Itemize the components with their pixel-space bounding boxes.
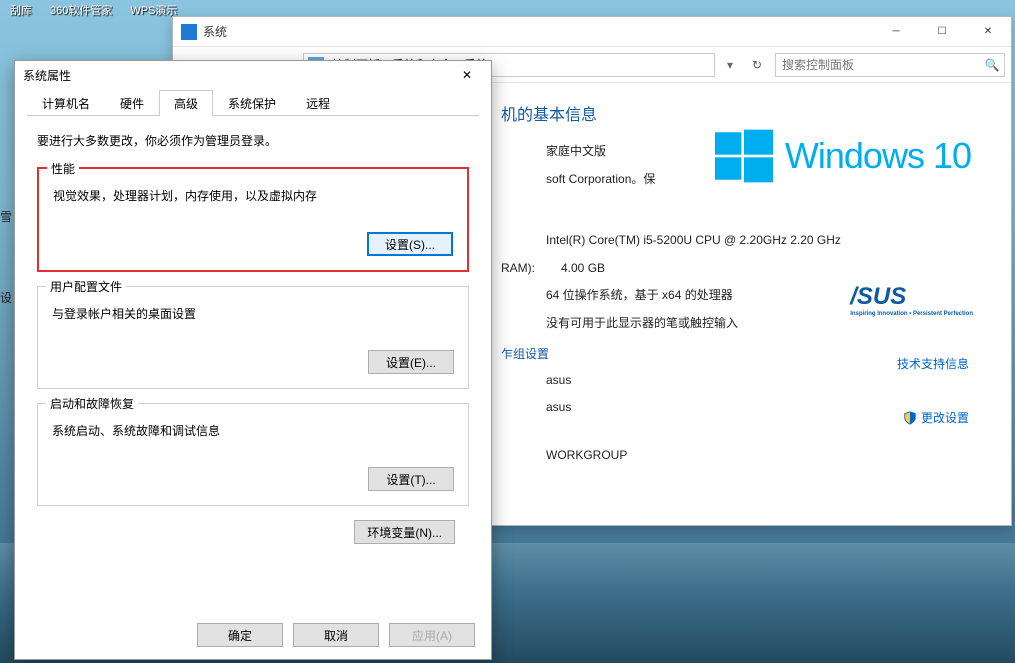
minimize-button[interactable]: ─	[873, 17, 919, 47]
workgroup-value: WORKGROUP	[546, 445, 627, 467]
desktop-icon[interactable]: 刮库	[10, 2, 32, 18]
asus-tagline: Inspiring Innovation • Persistent Perfec…	[850, 311, 973, 317]
left-edge-fragment: 雪设	[0, 208, 14, 368]
computer-name-value: asus	[546, 370, 571, 392]
cpu-value: Intel(R) Core(TM) i5-5200U CPU @ 2.20GHz…	[546, 230, 841, 252]
refresh-icon[interactable]: ↻	[745, 53, 769, 77]
tab-hardware[interactable]: 硬件	[105, 90, 159, 116]
search-input[interactable]	[776, 58, 980, 72]
tab-computer-name[interactable]: 计算机名	[27, 90, 105, 116]
dialog-content: 要进行大多数更改，你必须作为管理员登录。 性能 视觉效果，处理器计划，内存使用，…	[15, 116, 491, 560]
performance-desc: 视觉效果，处理器计划，内存使用，以及虚拟内存	[53, 187, 453, 204]
performance-legend: 性能	[47, 160, 79, 177]
admin-note: 要进行大多数更改，你必须作为管理员登录。	[37, 132, 469, 149]
desktop-icon[interactable]: 360软件管家	[50, 2, 112, 18]
desktop-icon[interactable]: WPS演示	[130, 2, 177, 18]
dialog-title: 系统属性	[23, 67, 451, 84]
titlebar: 系统 ─ ☐ ✕	[173, 17, 1011, 47]
startup-legend: 启动和故障恢复	[46, 395, 138, 412]
maximize-button[interactable]: ☐	[919, 17, 965, 47]
dropdown-icon[interactable]: ▾	[721, 51, 739, 79]
close-button[interactable]: ✕	[965, 17, 1011, 47]
system-icon	[181, 24, 197, 40]
user-profile-desc: 与登录帐户相关的桌面设置	[52, 305, 454, 322]
shield-icon	[903, 411, 917, 425]
ok-button[interactable]: 确定	[197, 623, 283, 647]
tech-support-link[interactable]: 技术支持信息	[897, 355, 969, 372]
desktop-icons: 刮库 360软件管家 WPS演示	[10, 2, 177, 18]
cancel-button[interactable]: 取消	[293, 623, 379, 647]
tab-advanced[interactable]: 高级	[159, 90, 213, 116]
tabs: 计算机名 硬件 高级 系统保护 远程	[27, 89, 479, 116]
tab-remote[interactable]: 远程	[291, 90, 345, 116]
page-title: 机的基本信息	[501, 101, 983, 125]
user-profile-settings-button[interactable]: 设置(E)...	[368, 350, 454, 374]
performance-settings-button[interactable]: 设置(S)...	[367, 232, 453, 256]
dialog-titlebar: 系统属性 ✕	[15, 61, 491, 89]
window-title: 系统	[203, 23, 873, 40]
edition-value: 家庭中文版	[546, 141, 606, 163]
windows-icon	[715, 127, 773, 185]
copyright-value: soft Corporation。保	[546, 169, 655, 191]
change-settings-link[interactable]: 更改设置	[903, 409, 969, 426]
tab-system-protection[interactable]: 系统保护	[213, 90, 291, 116]
dialog-footer: 确定 取消 应用(A)	[197, 623, 475, 647]
windows-10-logo: Windows 10	[715, 127, 971, 185]
search-box: 🔍	[775, 53, 1005, 77]
startup-desc: 系统启动、系统故障和调试信息	[52, 422, 454, 439]
startup-settings-button[interactable]: 设置(T)...	[368, 467, 454, 491]
apply-button[interactable]: 应用(A)	[389, 623, 475, 647]
computer-fullname-value: asus	[546, 397, 571, 419]
asus-logo: /SUS Inspiring Innovation • Persistent P…	[850, 283, 973, 317]
ram-label: RAM):	[501, 258, 561, 280]
performance-fieldset: 性能 视觉效果，处理器计划，内存使用，以及虚拟内存 设置(S)...	[37, 167, 469, 272]
ram-value: 4.00 GB	[561, 258, 605, 280]
startup-fieldset: 启动和故障恢复 系统启动、系统故障和调试信息 设置(T)...	[37, 403, 469, 506]
systype-value: 64 位操作系统，基于 x64 的处理器	[546, 285, 733, 307]
user-profile-legend: 用户配置文件	[46, 278, 126, 295]
system-properties-dialog: 系统属性 ✕ 计算机名 硬件 高级 系统保护 远程 要进行大多数更改，你必须作为…	[14, 60, 492, 660]
change-settings-text: 更改设置	[921, 409, 969, 426]
windows-10-text: Windows 10	[785, 135, 971, 177]
search-icon[interactable]: 🔍	[980, 53, 1004, 77]
pentouch-value: 没有可用于此显示器的笔或触控输入	[546, 313, 738, 335]
env-variables-button[interactable]: 环境变量(N)...	[354, 520, 455, 544]
user-profile-fieldset: 用户配置文件 与登录帐户相关的桌面设置 设置(E)...	[37, 286, 469, 389]
close-button[interactable]: ✕	[451, 65, 483, 85]
